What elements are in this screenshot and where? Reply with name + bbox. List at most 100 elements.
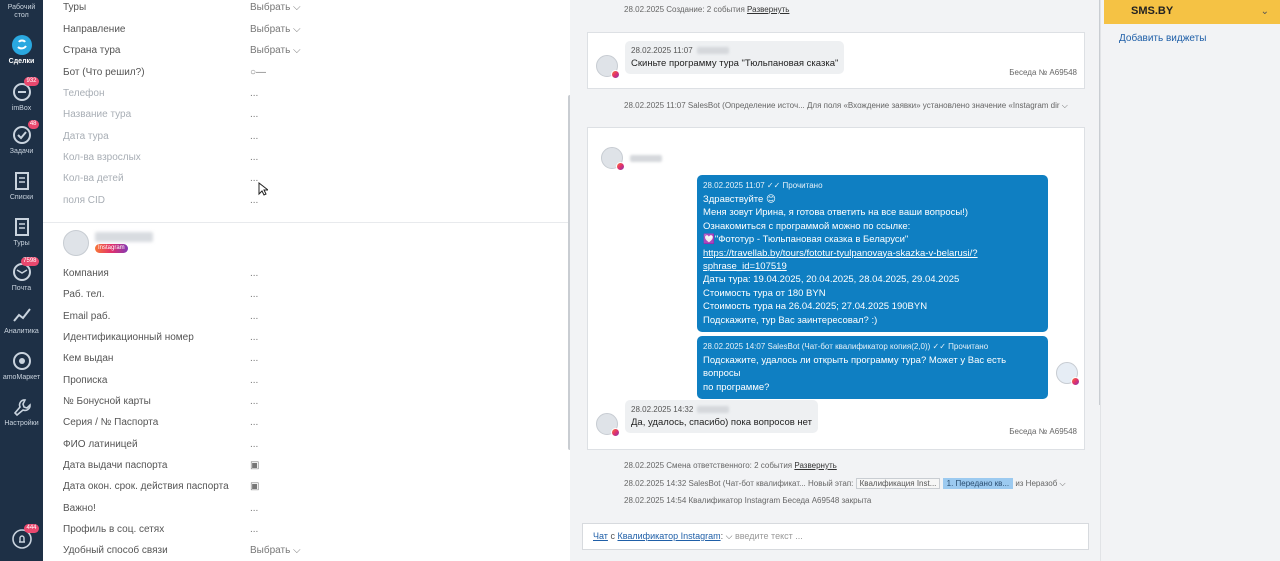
field-row[interactable]: Название тура... bbox=[63, 109, 543, 129]
message-line: Ознакомиться с программой можно по ссылк… bbox=[703, 220, 911, 232]
tour-link-cont[interactable]: sphrase_id=107519 bbox=[703, 261, 787, 272]
message-card: 28.02.2025 11:07 ✓✓ Прочитано Здравствуй… bbox=[587, 127, 1085, 450]
chat-mode-link[interactable]: Чат bbox=[593, 531, 608, 541]
nav-tasks[interactable]: 48 Задачи bbox=[0, 120, 43, 156]
field-row[interactable]: № Бонусной карты... bbox=[63, 396, 543, 416]
field-row[interactable]: Компания... bbox=[63, 268, 543, 288]
field-row[interactable]: Раб. тел.... bbox=[63, 289, 543, 309]
field-row[interactable]: Удобный способ связи Выбрать ⌵ bbox=[63, 545, 543, 561]
nav-mail[interactable]: 7598 Почта bbox=[0, 257, 43, 293]
field-select[interactable]: Выбрать ⌵ bbox=[250, 45, 301, 56]
event-text: 28.02.2025 14:32 SalesBot (Чат-бот квали… bbox=[624, 479, 854, 488]
nav-imbox-label: imBox bbox=[11, 105, 32, 112]
field-label: Профиль в соц. сетях bbox=[63, 524, 165, 535]
nav-analytics-label: Аналитика bbox=[4, 328, 39, 335]
field-row[interactable]: ФИО латиницей... bbox=[63, 439, 543, 459]
nav-lists-label: Списки bbox=[9, 194, 34, 201]
field-input[interactable]: ... bbox=[250, 88, 258, 99]
add-widgets-link[interactable]: Добавить виджеты bbox=[1119, 33, 1206, 44]
message-placeholder[interactable]: введите текст ... bbox=[735, 531, 803, 541]
nav-deals[interactable]: Сделки bbox=[0, 34, 43, 66]
expand-link[interactable]: Развернуть bbox=[794, 461, 836, 470]
field-input[interactable]: ... bbox=[250, 439, 258, 450]
conversation-number[interactable]: Беседа № A69548 bbox=[1009, 68, 1077, 77]
field-input[interactable]: ... bbox=[250, 417, 258, 428]
field-input[interactable]: ... bbox=[250, 289, 258, 300]
chevron-down-icon[interactable]: ⌄ bbox=[1261, 6, 1269, 17]
field-input[interactable]: ... bbox=[250, 195, 258, 206]
nav-mail-label: Почта bbox=[11, 285, 32, 292]
field-row[interactable]: Серия / № Паспорта... bbox=[63, 417, 543, 437]
nav-lists[interactable]: Списки bbox=[0, 170, 43, 202]
field-row[interactable]: Кол-ва взрослых... bbox=[63, 152, 543, 172]
field-row[interactable]: Туры Выбрать ⌵ bbox=[63, 2, 543, 22]
nav-analytics[interactable]: Аналитика bbox=[0, 304, 43, 336]
field-row[interactable]: Дата выдачи паспорта ▣ bbox=[63, 460, 543, 480]
instagram-icon bbox=[611, 70, 620, 79]
field-row[interactable]: Профиль в соц. сетях... bbox=[63, 524, 543, 544]
field-select[interactable]: Выбрать ⌵ bbox=[250, 2, 301, 13]
field-row[interactable]: Кол-ва детей... bbox=[63, 173, 543, 193]
chevron-down-icon[interactable]: ⌵ bbox=[726, 531, 733, 541]
field-input[interactable]: ... bbox=[250, 131, 258, 142]
field-input[interactable]: ... bbox=[250, 152, 258, 163]
field-label: Серия / № Паспорта bbox=[63, 417, 159, 428]
expand-link[interactable]: Развернуть bbox=[747, 5, 789, 14]
calendar-icon[interactable]: ▣ bbox=[250, 481, 259, 492]
field-input[interactable]: ... bbox=[250, 332, 258, 343]
field-row[interactable]: Бот (Что решил?) ○— bbox=[63, 67, 543, 87]
field-row[interactable]: поля CID... bbox=[63, 195, 543, 215]
notifications-badge: 444 bbox=[24, 524, 39, 533]
field-label: Важно! bbox=[63, 503, 96, 514]
nav-dashboard[interactable]: Рабочий стол bbox=[0, 4, 43, 20]
client-avatar bbox=[601, 147, 625, 171]
message-time: 28.02.2025 14:32 bbox=[631, 405, 694, 414]
field-input[interactable]: ... bbox=[250, 524, 258, 535]
stage-from: Квалификация Inst... bbox=[855, 478, 941, 489]
field-row[interactable]: Кем выдан... bbox=[63, 353, 543, 373]
field-row[interactable]: Важно!... bbox=[63, 503, 543, 523]
calendar-icon[interactable]: ▣ bbox=[250, 460, 259, 471]
chat-recipient-link[interactable]: Квалификатор Instagram bbox=[617, 531, 720, 541]
field-input[interactable]: ... bbox=[250, 375, 258, 386]
field-input[interactable]: ... bbox=[250, 109, 258, 120]
field-input[interactable]: ... bbox=[250, 311, 258, 322]
lists-icon bbox=[11, 170, 33, 192]
nav-notifications[interactable]: 444 bbox=[0, 524, 43, 552]
chat-input[interactable]: Чат с Квалификатор Instagram: ⌵ введите … bbox=[582, 523, 1089, 550]
field-row[interactable]: Дата окон. срок. действия паспорта ▣ bbox=[63, 481, 543, 501]
field-row[interactable]: Телефон... bbox=[63, 88, 543, 108]
nav-tasks-label: Задачи bbox=[9, 148, 34, 155]
nav-imbox[interactable]: 932 imBox bbox=[0, 77, 43, 113]
field-input[interactable]: ... bbox=[250, 396, 258, 407]
field-input[interactable]: ... bbox=[250, 503, 258, 514]
client-avatar bbox=[596, 413, 620, 437]
system-event[interactable]: 28.02.2025 14:32 SalesBot (Чат-бот квали… bbox=[624, 478, 1066, 489]
field-label: Туры bbox=[63, 2, 87, 13]
field-row[interactable]: Страна тура Выбрать ⌵ bbox=[63, 45, 543, 65]
field-row[interactable]: Email раб.... bbox=[63, 311, 543, 331]
field-input[interactable]: ... bbox=[250, 268, 258, 279]
conversation-number[interactable]: Беседа № A69548 bbox=[1009, 427, 1077, 436]
field-row[interactable]: Дата тура... bbox=[63, 131, 543, 151]
settings-icon bbox=[11, 396, 33, 418]
system-event[interactable]: 28.02.2025 11:07 SalesBot (Определение и… bbox=[624, 101, 1068, 111]
analytics-icon bbox=[11, 304, 33, 326]
nav-tours[interactable]: Туры bbox=[0, 216, 43, 248]
field-toggle[interactable]: ○— bbox=[250, 67, 266, 78]
smsby-widget[interactable]: SMS.BY ⌄ bbox=[1104, 0, 1280, 24]
field-label: Прописка bbox=[63, 375, 108, 386]
field-label: Бот (Что решил?) bbox=[63, 67, 145, 78]
nav-settings[interactable]: Настройки bbox=[0, 396, 43, 428]
field-row[interactable]: Направление Выбрать ⌵ bbox=[63, 24, 543, 44]
field-label: Email раб. bbox=[63, 311, 111, 322]
nav-market[interactable]: amoМаркет bbox=[0, 350, 43, 382]
field-input[interactable]: ... bbox=[250, 353, 258, 364]
field-row[interactable]: Идентификационный номер... bbox=[63, 332, 543, 352]
tour-link[interactable]: https://travellab.by/tours/fototur-tyulp… bbox=[703, 248, 978, 259]
message-line: Даты тура: 19.04.2025, 20.04.2025, 28.04… bbox=[703, 274, 960, 286]
tasks-icon: 48 bbox=[11, 120, 39, 146]
field-select[interactable]: Выбрать ⌵ bbox=[250, 545, 301, 556]
field-row[interactable]: Прописка... bbox=[63, 375, 543, 395]
field-select[interactable]: Выбрать ⌵ bbox=[250, 24, 301, 35]
